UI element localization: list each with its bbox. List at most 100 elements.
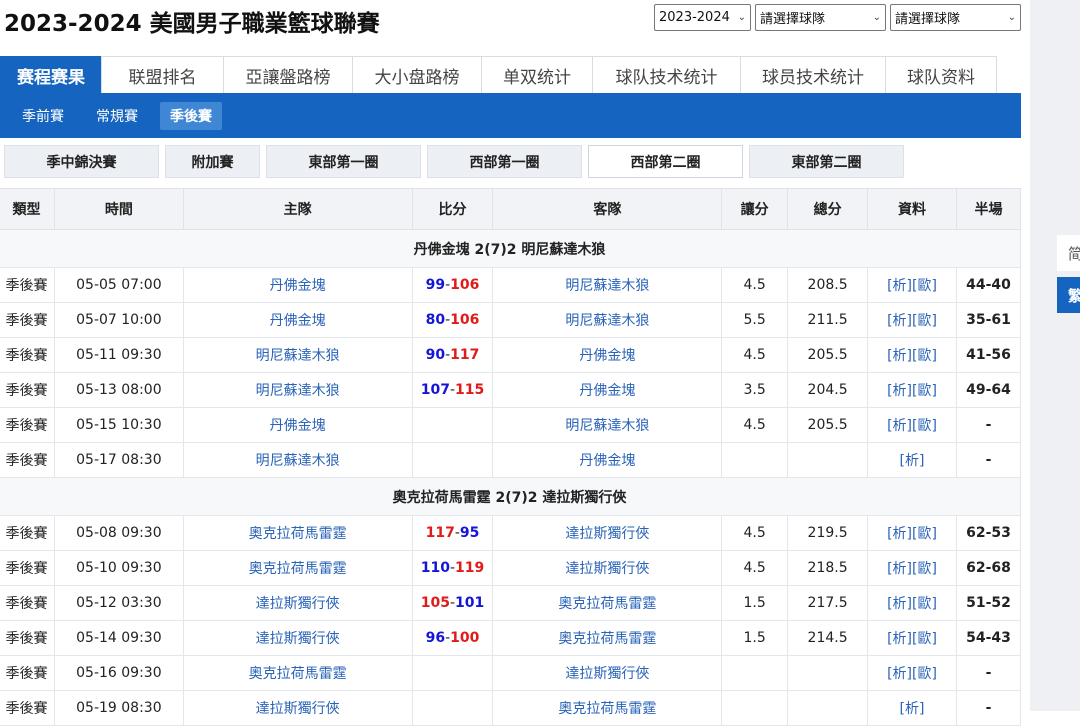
- away-team-link[interactable]: 達拉斯獨行俠: [565, 666, 649, 682]
- away-score: 115: [455, 382, 485, 398]
- tab-asian-handicap[interactable]: 亞讓盤路榜: [223, 56, 353, 93]
- tab-over-under[interactable]: 大小盘路榜: [352, 56, 482, 93]
- game-type: 季後賽: [0, 407, 55, 443]
- spread-value: 4.5: [721, 515, 789, 551]
- home-team-link[interactable]: 達拉斯獨行俠: [256, 631, 340, 647]
- home-team-link[interactable]: 奧克拉荷馬雷霆: [249, 561, 347, 577]
- tab-schedule-results[interactable]: 赛程赛果: [0, 56, 102, 93]
- home-team-cell: 明尼蘇達木狼: [182, 442, 413, 478]
- spread-value: [721, 655, 789, 691]
- score-cell: 96-100: [411, 620, 494, 656]
- analysis-odds-links[interactable]: [析][歐]: [887, 666, 937, 682]
- tab-odd-even[interactable]: 单双统计: [481, 56, 593, 93]
- away-team-cell: 明尼蘇達木狼: [492, 407, 723, 443]
- away-team-link[interactable]: 明尼蘇達木狼: [565, 313, 649, 329]
- away-team-cell: 明尼蘇達木狼: [492, 267, 723, 303]
- table-row: 季後賽 05-10 09:30 奧克拉荷馬雷霆 110-119 達拉斯獨行俠 4.5 218…: [0, 550, 1022, 586]
- game-time: 05-17 08:30: [53, 442, 184, 478]
- round-tab-east-second-round[interactable]: 東部第二圈: [749, 145, 904, 178]
- data-links-cell: [析][歐]: [867, 372, 957, 408]
- spread-value: 4.5: [721, 337, 789, 373]
- game-type: 季後賽: [0, 585, 55, 621]
- subtab-regular-season[interactable]: 常規賽: [86, 102, 148, 130]
- analysis-odds-links[interactable]: [析][歐]: [887, 313, 937, 329]
- away-team-link[interactable]: 丹佛金塊: [579, 453, 635, 469]
- analysis-odds-links[interactable]: [析][歐]: [887, 526, 937, 542]
- away-team-link[interactable]: 奧克拉荷馬雷霆: [558, 596, 656, 612]
- home-team-link[interactable]: 明尼蘇達木狼: [256, 348, 340, 364]
- analysis-odds-links[interactable]: [析][歐]: [887, 348, 937, 364]
- home-score: 105: [420, 595, 450, 611]
- subtab-preseason[interactable]: 季前賽: [12, 102, 74, 130]
- home-team-cell: 達拉斯獨行俠: [182, 690, 413, 726]
- analysis-odds-links[interactable]: [析][歐]: [887, 596, 937, 612]
- total-value: [787, 690, 869, 726]
- spread-value: 5.5: [721, 302, 789, 338]
- analysis-odds-links[interactable]: [析][歐]: [887, 561, 937, 577]
- subtab-playoffs[interactable]: 季後賽: [160, 101, 222, 130]
- away-team-link[interactable]: 丹佛金塊: [579, 348, 635, 364]
- away-team-link[interactable]: 奧克拉荷馬雷霆: [558, 701, 656, 717]
- home-team-cell: 丹佛金塊: [182, 302, 413, 338]
- header-half: 半場: [955, 188, 1022, 230]
- home-team-link[interactable]: 丹佛金塊: [270, 278, 326, 294]
- game-time: 05-13 08:00: [53, 372, 184, 408]
- team-select-2[interactable]: 請選擇球隊 ⌄: [890, 4, 1021, 31]
- analysis-odds-links[interactable]: [析]: [900, 701, 925, 717]
- away-team-link[interactable]: 明尼蘇達木狼: [565, 278, 649, 294]
- tab-team-stats[interactable]: 球队技术统计: [592, 56, 741, 93]
- analysis-odds-links[interactable]: [析]: [900, 453, 925, 469]
- chevron-down-icon: ⌄: [1007, 12, 1016, 23]
- analysis-odds-links[interactable]: [析][歐]: [887, 383, 937, 399]
- home-team-link[interactable]: 奧克拉荷馬雷霆: [249, 526, 347, 542]
- home-team-link[interactable]: 明尼蘇達木狼: [256, 383, 340, 399]
- away-score: 117: [450, 347, 480, 363]
- right-side-panel: [1030, 0, 1080, 711]
- score-cell: 90-117: [411, 337, 494, 373]
- score-cell: 99-106: [411, 267, 494, 303]
- game-time: 05-08 09:30: [53, 515, 184, 551]
- round-tab-in-season-tournament[interactable]: 季中錦決賽: [4, 145, 159, 178]
- home-team-link[interactable]: 奧克拉荷馬雷霆: [249, 666, 347, 682]
- home-team-link[interactable]: 丹佛金塊: [270, 313, 326, 329]
- round-tab-play-in[interactable]: 附加賽: [165, 145, 260, 178]
- score-cell: 80-106: [411, 302, 494, 338]
- data-links-cell: [析][歐]: [867, 620, 957, 656]
- traditional-chinese-button[interactable]: 繁: [1057, 277, 1080, 313]
- analysis-odds-links[interactable]: [析][歐]: [887, 631, 937, 647]
- table-row: 季後賽 05-19 08:30 達拉斯獨行俠 奧克拉荷馬雷霆 [析] -: [0, 690, 1022, 726]
- away-team-link[interactable]: 丹佛金塊: [579, 383, 635, 399]
- away-team-link[interactable]: 奧克拉荷馬雷霆: [558, 631, 656, 647]
- header-type: 類型: [0, 188, 55, 230]
- team-select-1-value: 請選擇球隊: [760, 12, 826, 27]
- half-time-score: 62-53: [955, 515, 1022, 551]
- data-links-cell: [析][歐]: [867, 655, 957, 691]
- team-select-1[interactable]: 請選擇球隊 ⌄: [755, 4, 886, 31]
- game-type: 季後賽: [0, 442, 55, 478]
- header-total: 總分: [787, 188, 869, 230]
- away-team-link[interactable]: 明尼蘇達木狼: [565, 418, 649, 434]
- score-cell: [411, 690, 494, 726]
- season-select[interactable]: 2023-2024 ⌄: [654, 4, 751, 31]
- round-tab-west-second-round[interactable]: 西部第二圈: [588, 145, 743, 178]
- tab-player-stats[interactable]: 球员技术统计: [740, 56, 886, 93]
- analysis-odds-links[interactable]: [析][歐]: [887, 418, 937, 434]
- home-team-link[interactable]: 明尼蘇達木狼: [256, 453, 340, 469]
- home-team-link[interactable]: 丹佛金塊: [270, 418, 326, 434]
- round-tab-west-first-round[interactable]: 西部第一圈: [427, 145, 582, 178]
- home-team-link[interactable]: 達拉斯獨行俠: [256, 701, 340, 717]
- simplified-chinese-button[interactable]: 简: [1057, 235, 1080, 271]
- analysis-odds-links[interactable]: [析][歐]: [887, 278, 937, 294]
- round-tab-east-first-round[interactable]: 東部第一圈: [266, 145, 421, 178]
- away-team-link[interactable]: 達拉斯獨行俠: [565, 561, 649, 577]
- game-type: 季後賽: [0, 690, 55, 726]
- spread-value: [721, 442, 789, 478]
- total-value: 217.5: [787, 585, 869, 621]
- away-team-link[interactable]: 達拉斯獨行俠: [565, 526, 649, 542]
- game-time: 05-14 09:30: [53, 620, 184, 656]
- away-team-cell: 奧克拉荷馬雷霆: [492, 690, 723, 726]
- home-team-link[interactable]: 達拉斯獨行俠: [256, 596, 340, 612]
- away-score: 95: [459, 525, 480, 541]
- tab-team-info[interactable]: 球队资料: [885, 56, 997, 93]
- tab-league-standings[interactable]: 联盟排名: [101, 56, 224, 93]
